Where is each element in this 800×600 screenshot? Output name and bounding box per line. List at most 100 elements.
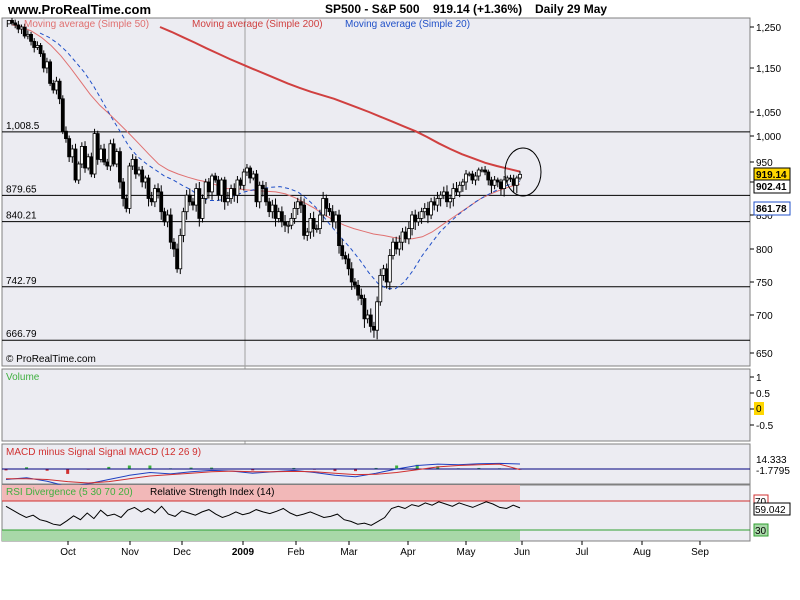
candle-body-109 (356, 284, 360, 296)
candle-body-140 (454, 188, 459, 193)
candle-body-146 (473, 175, 478, 181)
legend-ma200: Moving average (Simple 200) (192, 19, 323, 30)
candle-body-121 (394, 241, 399, 250)
candle-body-132 (429, 201, 434, 216)
candle-body-110 (359, 294, 364, 299)
candle-body-52 (175, 248, 180, 270)
y-tick-label-2: 750 (756, 278, 773, 289)
candle-body-92 (302, 204, 307, 236)
candle-body-19 (70, 148, 75, 158)
candle-body-65 (216, 179, 221, 196)
candle-body-57 (191, 201, 195, 206)
candle-body-3 (19, 26, 24, 30)
candle-body-126 (410, 214, 414, 229)
candle-body-46 (156, 188, 160, 193)
candle-body-149 (483, 169, 487, 173)
candle-body-147 (476, 169, 481, 177)
x-axis-labels: Oct Nov Dec 2009 Feb Mar Apr May Jun Jul Aug Sep (60, 541, 709, 558)
candle-body-17 (64, 130, 68, 139)
candle-body-39 (133, 158, 138, 175)
candle-body-139 (451, 188, 456, 199)
candle-body-53 (178, 234, 183, 270)
candle-body-85 (279, 211, 284, 223)
candle-body-10 (41, 53, 46, 69)
candle-body-80 (264, 188, 268, 203)
candle-body-150 (486, 171, 491, 181)
candle-body-55 (184, 194, 189, 213)
candle-body-158 (511, 178, 516, 186)
candle-body-100 (327, 207, 332, 213)
candle-body-99 (324, 198, 329, 209)
candle-body-6 (29, 33, 33, 42)
candle-body-47 (159, 191, 164, 213)
candle-body-138 (448, 198, 453, 203)
right-label-2: 861.78 (756, 204, 787, 215)
level-label-3: 742.79 (6, 276, 37, 287)
candle-body-30 (105, 161, 110, 167)
candle-body-72 (238, 179, 243, 186)
candle-body-123 (400, 231, 405, 243)
y-tick-label-8: 1,050 (756, 108, 781, 119)
vol-tick-label-0: 1 (756, 373, 762, 384)
candle-body-117 (381, 268, 386, 276)
candle-body-67 (222, 179, 227, 203)
candle-body-152 (492, 179, 497, 186)
candle-body-137 (445, 191, 449, 203)
candle-body-56 (187, 194, 192, 203)
candle-body-81 (267, 201, 272, 213)
candle-body-7 (32, 40, 37, 48)
candle-body-26 (92, 133, 97, 175)
x-tick-label-8: Jun (514, 547, 530, 558)
candle-body-119 (387, 255, 392, 283)
candle-body-32 (111, 143, 116, 165)
candle-body-64 (213, 175, 218, 181)
rsi-value-label: 59.042 (755, 505, 786, 516)
candle-body-84 (276, 211, 281, 219)
candle-body-120 (391, 241, 395, 256)
candle-body-112 (365, 314, 370, 320)
level-label-4: 666.79 (6, 329, 37, 340)
watermark: © ProRealTime.com (6, 354, 96, 365)
candle-body-111 (362, 298, 367, 320)
candle-body-153 (495, 179, 500, 183)
candle-body-61 (203, 181, 208, 199)
candle-body-114 (372, 325, 376, 331)
candle-body-101 (330, 211, 335, 223)
candle-body-160 (518, 173, 522, 179)
candle-body-70 (232, 188, 237, 196)
candle-body-75 (248, 167, 253, 179)
candle-body-157 (508, 177, 513, 180)
candle-body-145 (470, 173, 475, 181)
candle-body-143 (464, 173, 468, 183)
signal-value-label: -1.7795 (756, 466, 790, 477)
volume-last-label: 0 (756, 404, 762, 415)
candle-body-60 (200, 198, 205, 219)
x-tick-label-4: Feb (287, 547, 305, 558)
candle-body-20 (73, 148, 78, 181)
candle-body-2 (16, 24, 21, 30)
candle-body-43 (146, 177, 151, 199)
x-tick-label-9: Jul (576, 547, 589, 558)
candle-body-93 (305, 231, 310, 236)
x-tick-label-7: May (457, 547, 476, 558)
candle-body-41 (140, 169, 145, 183)
candle-body-88 (289, 217, 294, 226)
stock-chart[interactable]: 1,008.5 879.65 840.21 742.79 666.79 P Moving… (0, 0, 800, 600)
rsi-title: Relative Strength Index (14) (150, 487, 275, 498)
candle-body-131 (426, 207, 430, 216)
candle-body-1 (13, 22, 18, 26)
candle-body-23 (83, 145, 87, 169)
x-tick-label-0: Oct (60, 547, 76, 558)
candle-body-58 (194, 188, 199, 206)
candle-body-78 (257, 184, 262, 203)
candle-body-45 (152, 188, 157, 203)
candle-body-130 (422, 207, 427, 213)
candle-body-50 (168, 214, 173, 243)
candle-body-16 (60, 98, 65, 132)
candle-body-44 (149, 198, 154, 203)
candle-body-21 (76, 163, 81, 181)
candle-body-13 (51, 83, 56, 91)
macd-title: MACD minus Signal Signal MACD (12 26 9) (6, 447, 201, 458)
candle-body-38 (130, 158, 135, 167)
candle-body-90 (295, 201, 300, 209)
